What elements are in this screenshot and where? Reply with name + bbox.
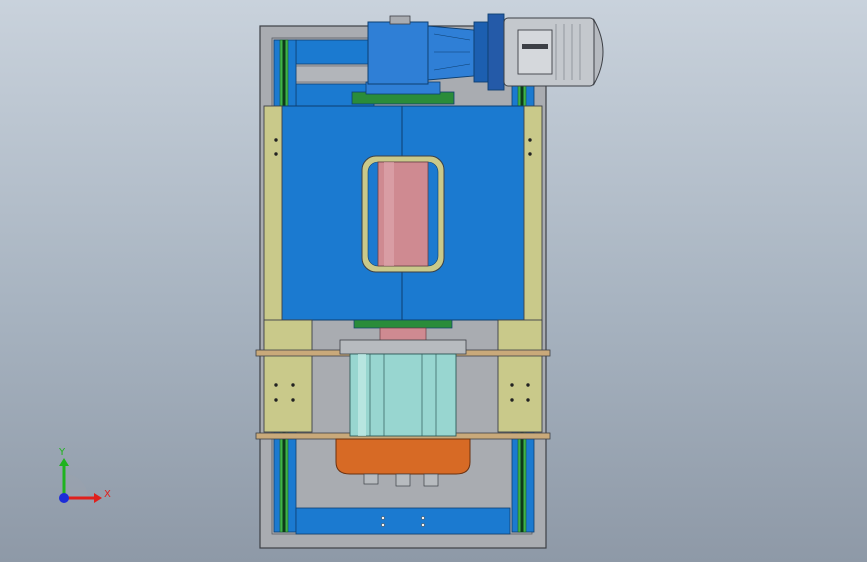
- gearbox-body: [367, 21, 429, 85]
- triad-rotation-arc: [64, 474, 88, 498]
- motor-terminal-box: [517, 29, 553, 75]
- y-axis-label: Y: [58, 447, 66, 458]
- coordinate-triad: X Y: [58, 447, 111, 503]
- lower-roller-plate: [353, 319, 453, 329]
- motor-flange: [473, 21, 489, 83]
- right-side-plate: [523, 105, 543, 347]
- top-beam-gap: [295, 65, 375, 83]
- pink-roller-highlight: [384, 162, 394, 266]
- left-lower-plate: [263, 319, 313, 433]
- y-axis-head: [59, 458, 69, 466]
- x-axis-head: [94, 493, 102, 503]
- bottom-base: [295, 507, 511, 535]
- left-side-plate: [263, 105, 283, 347]
- motor-collar: [487, 13, 505, 91]
- motor-end-cap: [593, 18, 604, 86]
- orange-tank: [335, 438, 471, 475]
- right-lower-plate: [497, 319, 543, 433]
- tank-fittings: [363, 473, 439, 487]
- cylinder-highlight: [358, 354, 366, 436]
- top-beam: [295, 39, 375, 65]
- gearbox-top-cap: [389, 15, 411, 25]
- cylinder-top-cap: [339, 339, 467, 355]
- cad-viewport[interactable]: X Y: [0, 0, 867, 562]
- terminal-label: [522, 44, 548, 49]
- x-axis-label: X: [104, 489, 111, 500]
- z-axis-dot: [59, 493, 69, 503]
